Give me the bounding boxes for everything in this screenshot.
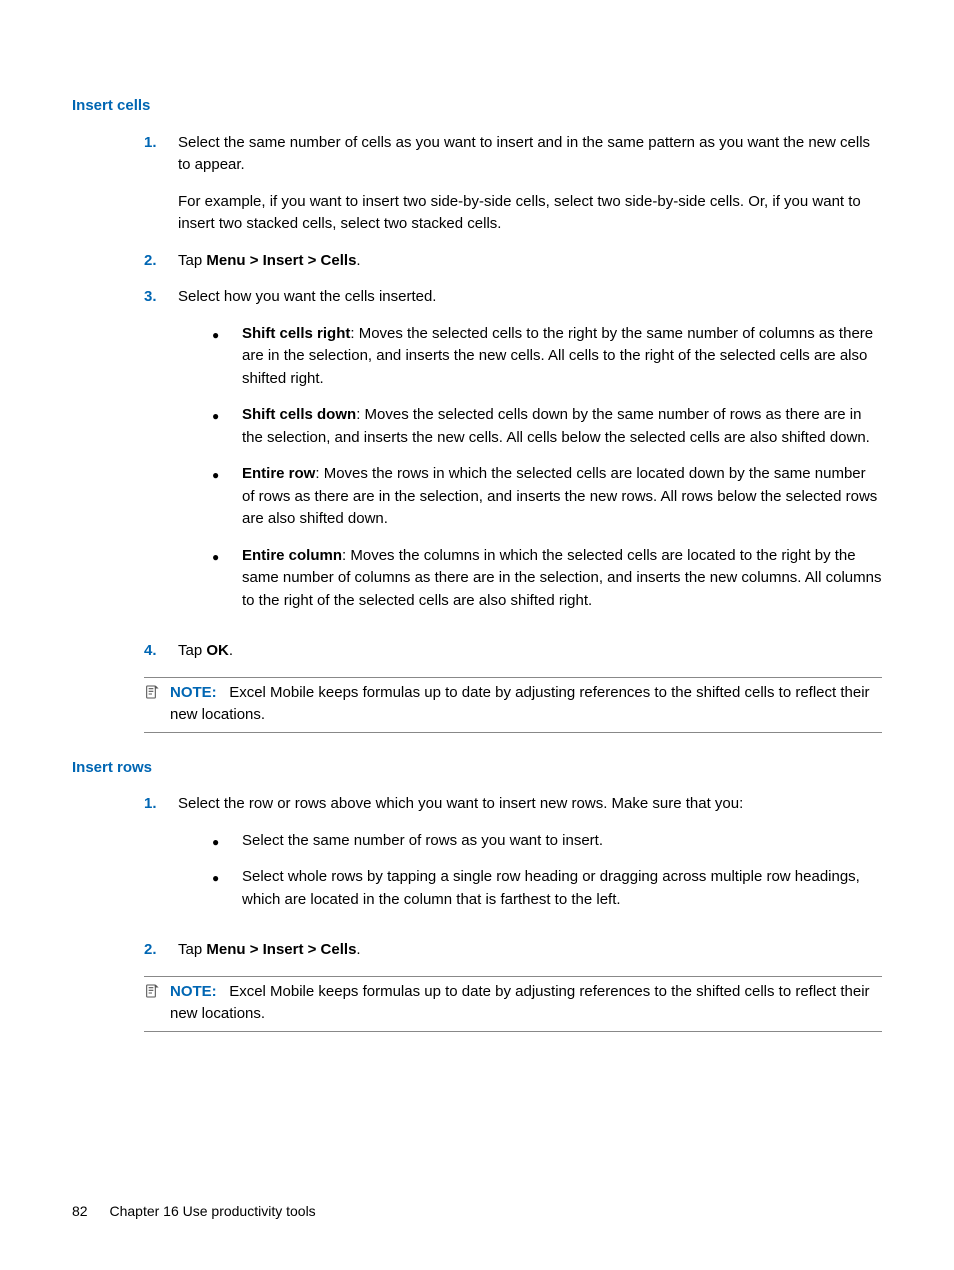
step-2: 2. Tap Menu > Insert > Cells. bbox=[144, 939, 882, 962]
note-body: Excel Mobile keeps formulas up to date b… bbox=[170, 684, 870, 724]
bullet-icon: ● bbox=[212, 404, 242, 449]
option-text: Entire column: Moves the columns in whic… bbox=[242, 545, 882, 613]
step-text: Select the row or rows above which you w… bbox=[178, 793, 882, 816]
page-number: 82 bbox=[72, 1203, 88, 1219]
step-text: Select the same number of cells as you w… bbox=[178, 132, 882, 177]
bullet-icon: ● bbox=[212, 323, 242, 391]
bullet-icon: ● bbox=[212, 866, 242, 911]
step-body: Select how you want the cells inserted. … bbox=[178, 286, 882, 626]
step-text: Select how you want the cells inserted. bbox=[178, 286, 882, 309]
step-3: 3. Select how you want the cells inserte… bbox=[144, 286, 882, 626]
step-text: Tap OK. bbox=[178, 640, 882, 663]
step-1: 1. Select the row or rows above which yo… bbox=[144, 793, 882, 925]
note-text: NOTE: Excel Mobile keeps formulas up to … bbox=[170, 981, 882, 1026]
step-body: Tap Menu > Insert > Cells. bbox=[178, 939, 882, 962]
option-text: Entire row: Moves the rows in which the … bbox=[242, 463, 882, 531]
option-text: Shift cells down: Moves the selected cel… bbox=[242, 404, 882, 449]
options-list: ● Shift cells right: Moves the selected … bbox=[212, 323, 882, 613]
step-number: 1. bbox=[144, 793, 178, 925]
step-number: 4. bbox=[144, 640, 178, 663]
list-item: ● Select whole rows by tapping a single … bbox=[212, 866, 882, 911]
option-shift-down: ● Shift cells down: Moves the selected c… bbox=[212, 404, 882, 449]
step-text: For example, if you want to insert two s… bbox=[178, 191, 882, 236]
step-2: 2. Tap Menu > Insert > Cells. bbox=[144, 250, 882, 273]
chapter-label: Chapter 16 Use productivity tools bbox=[109, 1203, 315, 1219]
step-number: 3. bbox=[144, 286, 178, 626]
step-body: Tap OK. bbox=[178, 640, 882, 663]
option-shift-right: ● Shift cells right: Moves the selected … bbox=[212, 323, 882, 391]
step-body: Tap Menu > Insert > Cells. bbox=[178, 250, 882, 273]
option-text: Shift cells right: Moves the selected ce… bbox=[242, 323, 882, 391]
note-label: NOTE: bbox=[170, 983, 217, 1000]
page-footer: 82 Chapter 16 Use productivity tools bbox=[72, 1201, 882, 1222]
note-block: NOTE: Excel Mobile keeps formulas up to … bbox=[144, 976, 882, 1032]
bullet-icon: ● bbox=[212, 463, 242, 531]
list-item-text: Select whole rows by tapping a single ro… bbox=[242, 866, 882, 911]
note-block: NOTE: Excel Mobile keeps formulas up to … bbox=[144, 677, 882, 733]
step-body: Select the row or rows above which you w… bbox=[178, 793, 882, 925]
step-1: 1. Select the same number of cells as yo… bbox=[144, 132, 882, 236]
step-text: Tap Menu > Insert > Cells. bbox=[178, 939, 882, 962]
insert-cells-steps: 1. Select the same number of cells as yo… bbox=[144, 132, 882, 663]
note-body: Excel Mobile keeps formulas up to date b… bbox=[170, 983, 870, 1023]
option-entire-column: ● Entire column: Moves the columns in wh… bbox=[212, 545, 882, 613]
list-item-text: Select the same number of rows as you wa… bbox=[242, 830, 882, 853]
step-number: 2. bbox=[144, 250, 178, 273]
step-4: 4. Tap OK. bbox=[144, 640, 882, 663]
bullet-icon: ● bbox=[212, 830, 242, 853]
note-icon bbox=[144, 983, 164, 1007]
list-item: ● Select the same number of rows as you … bbox=[212, 830, 882, 853]
note-label: NOTE: bbox=[170, 684, 217, 701]
step-number: 1. bbox=[144, 132, 178, 236]
option-entire-row: ● Entire row: Moves the rows in which th… bbox=[212, 463, 882, 531]
step-body: Select the same number of cells as you w… bbox=[178, 132, 882, 236]
step-text: Tap Menu > Insert > Cells. bbox=[178, 250, 882, 273]
insert-rows-steps: 1. Select the row or rows above which yo… bbox=[144, 793, 882, 962]
page: Insert cells 1. Select the same number o… bbox=[0, 0, 954, 1270]
note-icon bbox=[144, 684, 164, 708]
section-heading-insert-cells: Insert cells bbox=[72, 95, 882, 118]
sub-list: ● Select the same number of rows as you … bbox=[212, 830, 882, 912]
section-heading-insert-rows: Insert rows bbox=[72, 757, 882, 780]
note-text: NOTE: Excel Mobile keeps formulas up to … bbox=[170, 682, 882, 727]
bullet-icon: ● bbox=[212, 545, 242, 613]
step-number: 2. bbox=[144, 939, 178, 962]
